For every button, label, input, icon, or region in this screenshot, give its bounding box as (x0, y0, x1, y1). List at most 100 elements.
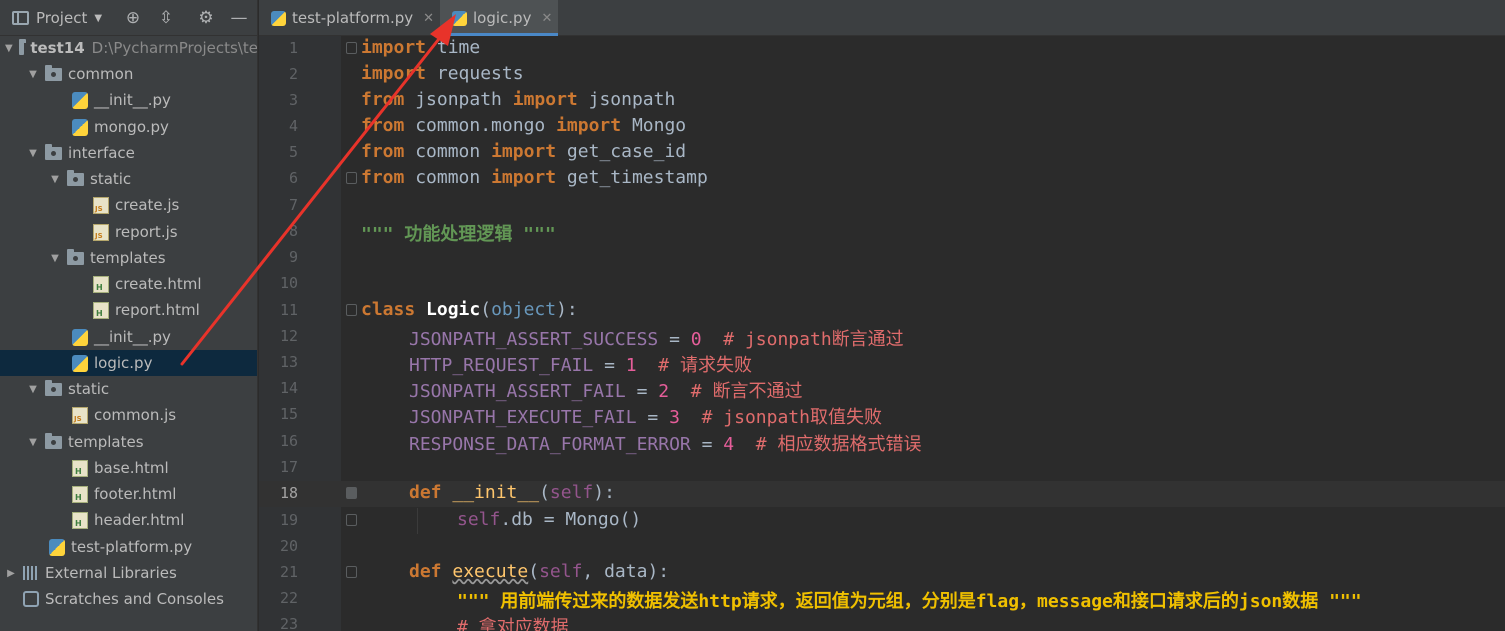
code-token: import (512, 89, 578, 110)
code-token: execute (452, 561, 529, 582)
code-token: # 断言不通过 (669, 381, 803, 402)
tree-item-label: static (90, 170, 132, 188)
fold-marker-icon[interactable] (346, 172, 357, 184)
minimize-icon[interactable]: — (228, 7, 250, 29)
chevron-down-icon[interactable]: ▼ (27, 69, 39, 80)
chevron-down-icon[interactable]: ▼ (49, 253, 61, 264)
line-number: 11 (279, 301, 298, 319)
chevron-down-icon[interactable]: ▼ (5, 43, 13, 54)
tree-item-label: base.html (94, 459, 169, 477)
tree-file-test-platform[interactable]: test-platform.py (0, 534, 257, 560)
tree-file-header-html[interactable]: H header.html (0, 507, 257, 533)
fold-marker-icon[interactable] (346, 487, 357, 499)
fold-marker-icon[interactable] (346, 42, 357, 54)
tree-folder-static-root[interactable]: ▼ static (0, 376, 257, 402)
code-line: 5 from common import get_case_id (259, 140, 1505, 166)
code-token: ( (480, 299, 492, 320)
code-comment: # 拿对应数据 (457, 617, 569, 631)
chevron-down-icon[interactable]: ▼ (27, 384, 39, 395)
line-number: 19 (279, 511, 298, 529)
line-number: 1 (288, 39, 298, 57)
code-line: 13 HTTP_REQUEST_FAIL = 1 # 请求失败 (259, 350, 1505, 376)
tree-folder-templates[interactable]: ▼ templates (0, 245, 257, 271)
html-file-icon: H (72, 511, 88, 529)
code-token: .db = Mongo() (500, 509, 642, 530)
code-line: 16 RESPONSE_DATA_FORMAT_ERROR = 4 # 相应数据… (259, 429, 1505, 455)
code-token: 2 (658, 381, 670, 402)
tab-logic[interactable]: logic.py ✕ (440, 0, 558, 36)
code-line: 23 # 拿对应数据 (259, 612, 1505, 631)
code-token: # 相应数据格式错误 (734, 434, 922, 455)
line-number: 15 (279, 405, 298, 423)
code-token: from (361, 141, 405, 162)
code-line: 19 self.db = Mongo() (259, 508, 1505, 534)
code-token: import (361, 63, 427, 84)
tree-file-footer-html[interactable]: H footer.html (0, 481, 257, 507)
tree-folder-static[interactable]: ▼ static (0, 166, 257, 192)
code-line: 11 class Logic(object): (259, 298, 1505, 324)
tree-file-init-common[interactable]: __init__.py (0, 87, 257, 113)
tree-file-report-html[interactable]: H report.html (0, 297, 257, 323)
tree-external-libraries[interactable]: ▶ External Libraries (0, 560, 257, 586)
code-token: requests (426, 63, 524, 84)
close-icon[interactable]: ✕ (423, 11, 434, 26)
chevron-down-icon[interactable]: ▼ (27, 437, 39, 448)
tree-item-label: common (68, 65, 134, 83)
tree-file-base-html[interactable]: H base.html (0, 455, 257, 481)
line-number: 5 (288, 143, 298, 161)
code-line: 8 """ 功能处理逻辑 """ (259, 219, 1505, 245)
code-token: from (361, 167, 405, 188)
line-number: 7 (288, 196, 298, 214)
code-editor[interactable]: 1 import time 2 import requests 3 from j… (259, 36, 1505, 631)
code-token: object (491, 299, 557, 320)
code-token: Mongo (621, 115, 687, 136)
project-view-selector[interactable]: Project ▼ (12, 8, 102, 28)
js-file-icon: JS (72, 406, 88, 424)
python-file-icon (72, 328, 88, 346)
tree-file-common-js[interactable]: JS common.js (0, 402, 257, 428)
gear-icon[interactable]: ⚙ (195, 7, 217, 29)
line-number: 6 (288, 169, 298, 187)
code-token: import (556, 115, 622, 136)
locate-icon[interactable]: ⊕ (122, 7, 144, 29)
python-file-icon (271, 10, 286, 26)
tree-item-label: common.js (94, 406, 177, 424)
fold-marker-icon[interactable] (346, 304, 357, 316)
tree-folder-templates-root[interactable]: ▼ templates (0, 429, 257, 455)
tree-file-create-html[interactable]: H create.html (0, 271, 257, 297)
tree-item-label: __init__.py (94, 91, 171, 109)
tree-file-create-js[interactable]: JS create.js (0, 192, 257, 218)
tree-file-mongo[interactable]: mongo.py (0, 114, 257, 140)
tree-folder-common[interactable]: ▼ common (0, 61, 257, 87)
chevron-right-icon[interactable]: ▶ (5, 568, 17, 579)
code-token: RESPONSE_DATA_FORMAT_ERROR (409, 434, 691, 455)
code-token: time (426, 37, 481, 58)
chevron-down-icon[interactable]: ▼ (49, 174, 61, 185)
line-number: 21 (279, 563, 298, 581)
fold-marker-icon[interactable] (346, 566, 357, 578)
close-icon[interactable]: ✕ (541, 11, 552, 26)
tree-file-report-js[interactable]: JS report.js (0, 219, 257, 245)
tree-folder-interface[interactable]: ▼ interface (0, 140, 257, 166)
fold-marker-icon[interactable] (346, 514, 357, 526)
tree-file-init-interface[interactable]: __init__.py (0, 324, 257, 350)
code-line: 20 (259, 534, 1505, 560)
python-file-icon (72, 91, 88, 109)
tab-test-platform[interactable]: test-platform.py ✕ (259, 0, 439, 36)
chevron-down-icon[interactable]: ▼ (27, 148, 39, 159)
code-token: = (636, 407, 670, 428)
code-token: self (539, 561, 583, 582)
collapse-all-icon[interactable]: ⇳ (155, 7, 177, 29)
code-token: common (404, 167, 492, 188)
tree-scratches[interactable]: Scratches and Consoles (0, 586, 257, 612)
code-token: import (361, 37, 427, 58)
code-token: 0 (690, 329, 702, 350)
line-number: 16 (279, 432, 298, 450)
code-line: 12 JSONPATH_ASSERT_SUCCESS = 0 # jsonpat… (259, 324, 1505, 350)
code-token: HTTP_REQUEST_FAIL (409, 355, 594, 376)
tree-item-label: report.js (115, 223, 178, 241)
code-token: common.mongo (404, 115, 557, 136)
tree-file-logic[interactable]: logic.py (0, 350, 257, 376)
tree-root[interactable]: ▼ test14 D:\PycharmProjects\te (0, 35, 257, 61)
